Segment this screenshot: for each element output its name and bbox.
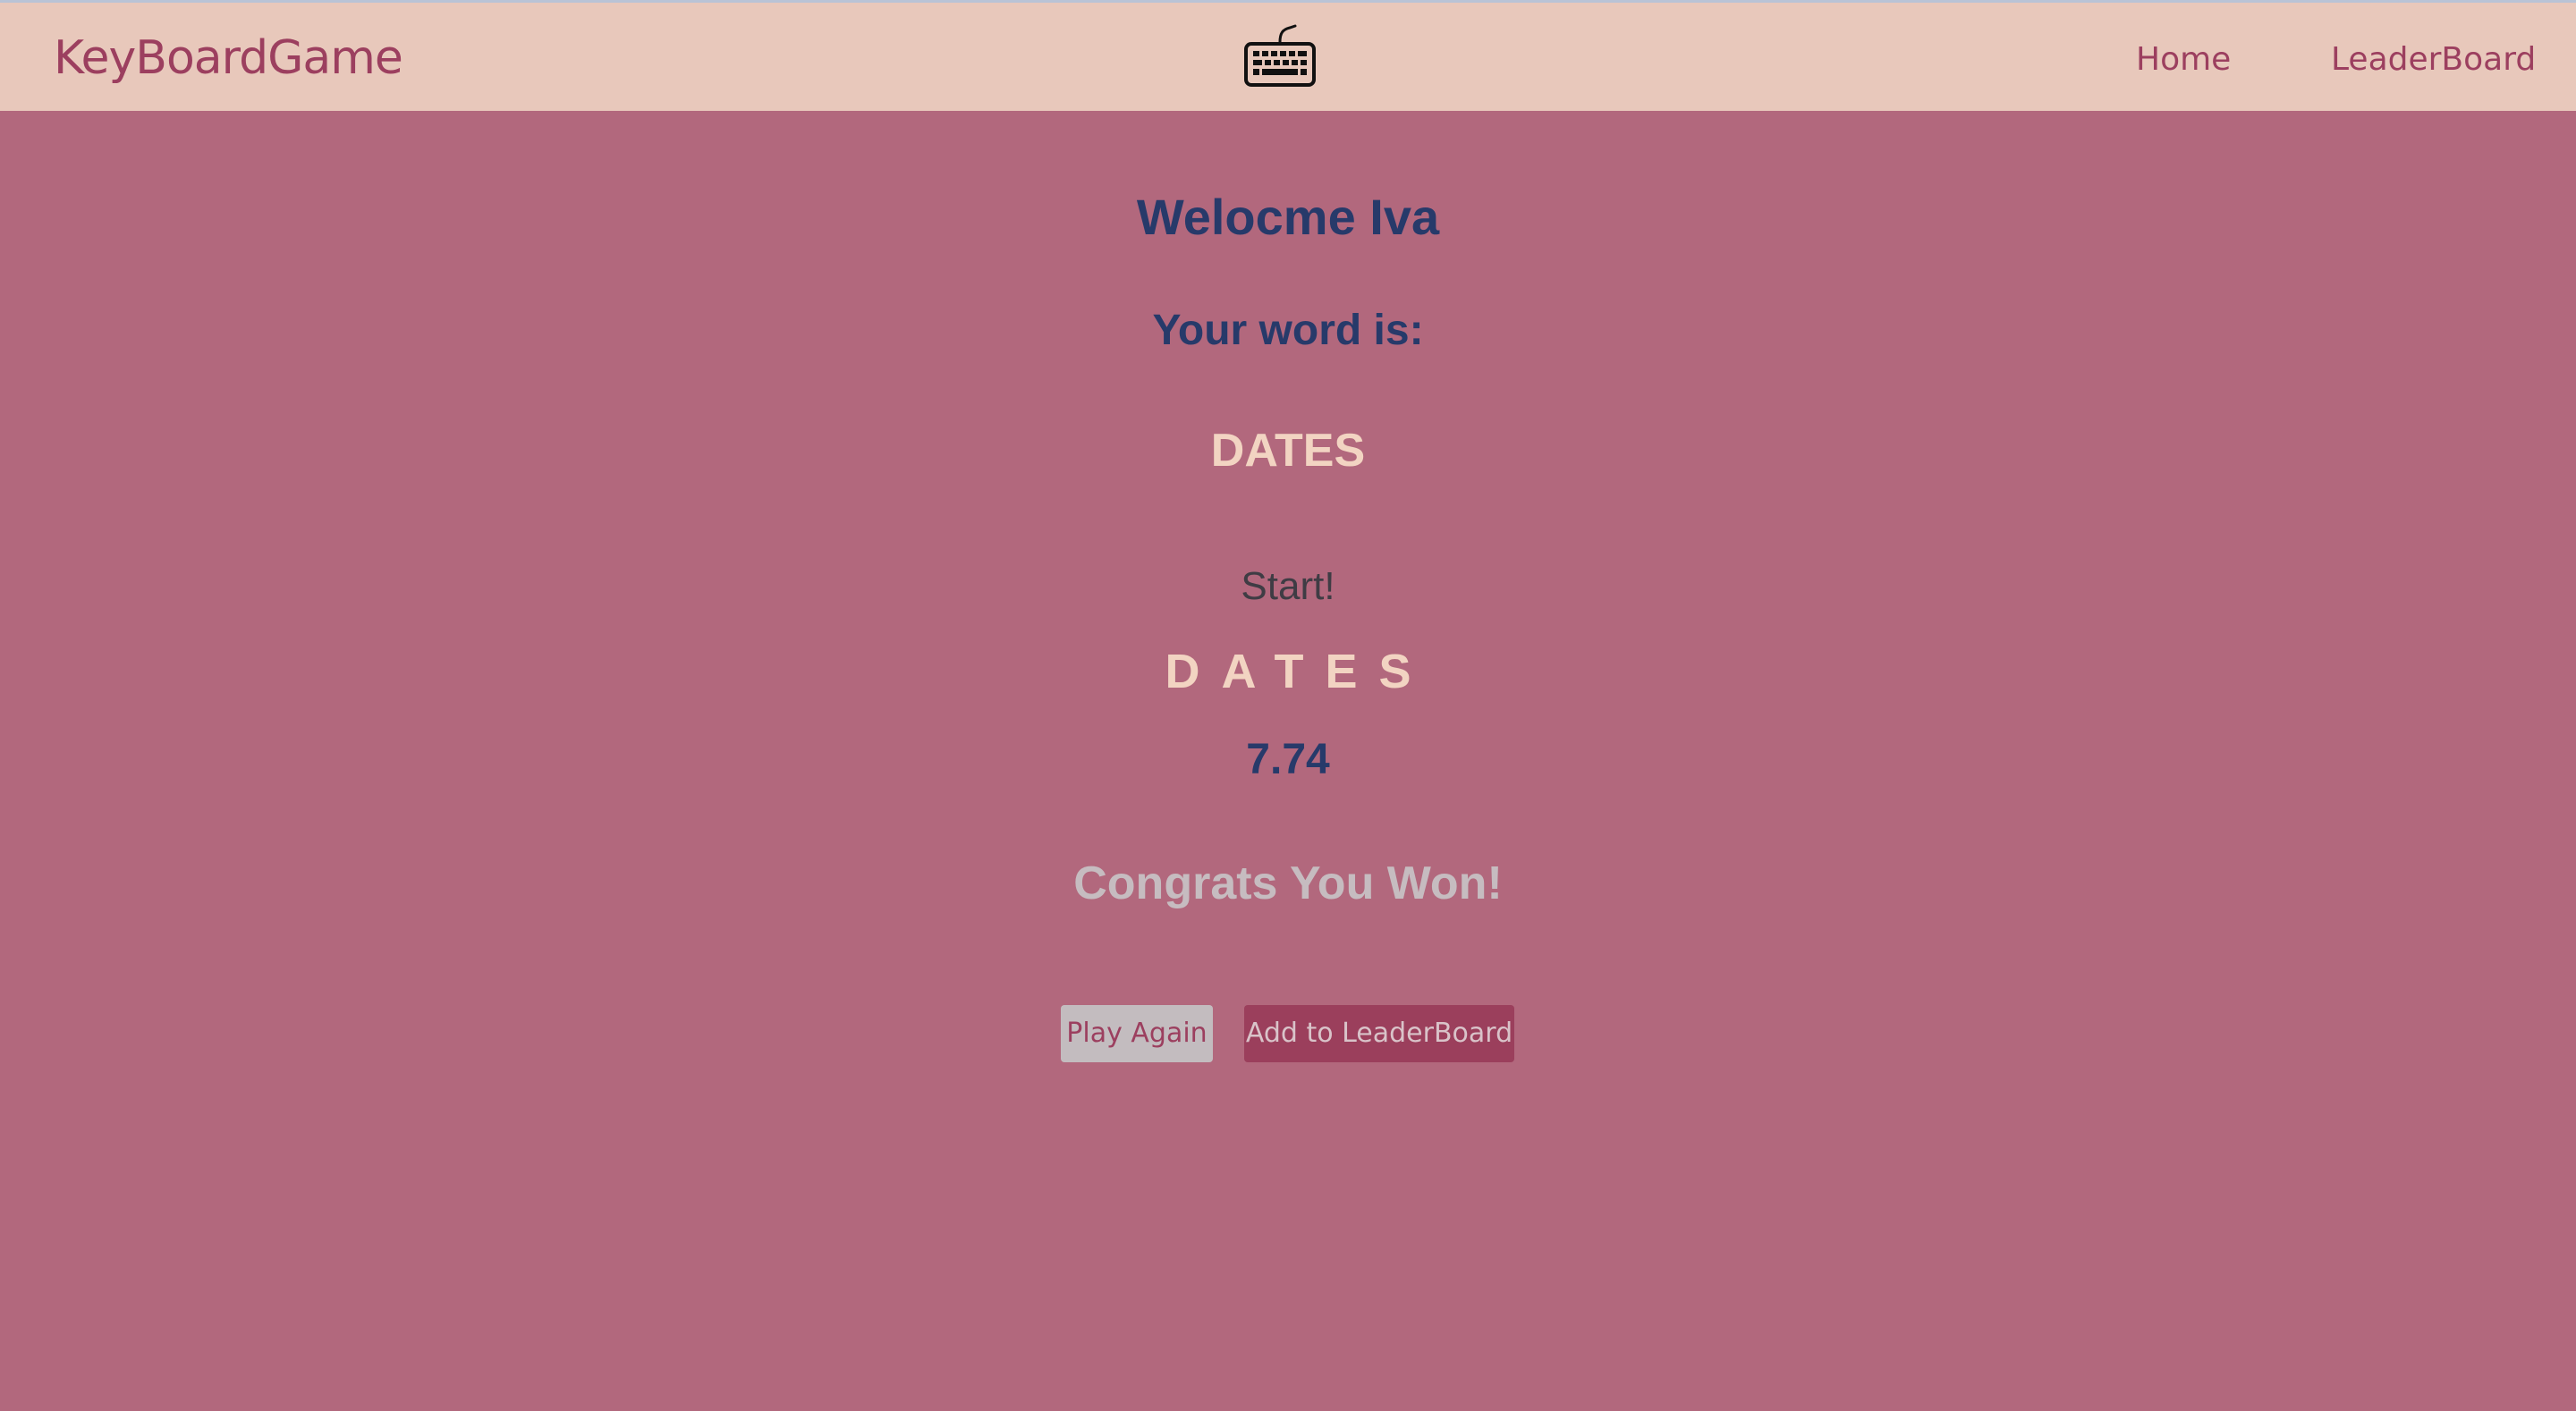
add-to-leaderboard-button[interactable]: Add to LeaderBoard: [1244, 1005, 1514, 1062]
nav-link-leaderboard[interactable]: LeaderBoard: [2331, 40, 2536, 80]
typed-letters: DATES: [1165, 645, 1433, 698]
result-message: Congrats You Won!: [1073, 858, 1503, 909]
word-label: Your word is:: [1152, 307, 1424, 354]
play-again-button[interactable]: Play Again: [1061, 1005, 1213, 1062]
target-word: DATES: [1210, 425, 1366, 477]
welcome-heading: Welocme Iva: [1136, 189, 1440, 245]
nav-link-home[interactable]: Home: [2136, 40, 2231, 80]
game-status: Start!: [1241, 564, 1335, 608]
brand-logo-text[interactable]: KeyBoardGame: [54, 31, 403, 85]
elapsed-time: 7.74: [1246, 736, 1330, 783]
navbar: KeyBoardGame Home LeaderBoard: [0, 3, 2576, 111]
keyboard-icon: [1244, 24, 1316, 87]
